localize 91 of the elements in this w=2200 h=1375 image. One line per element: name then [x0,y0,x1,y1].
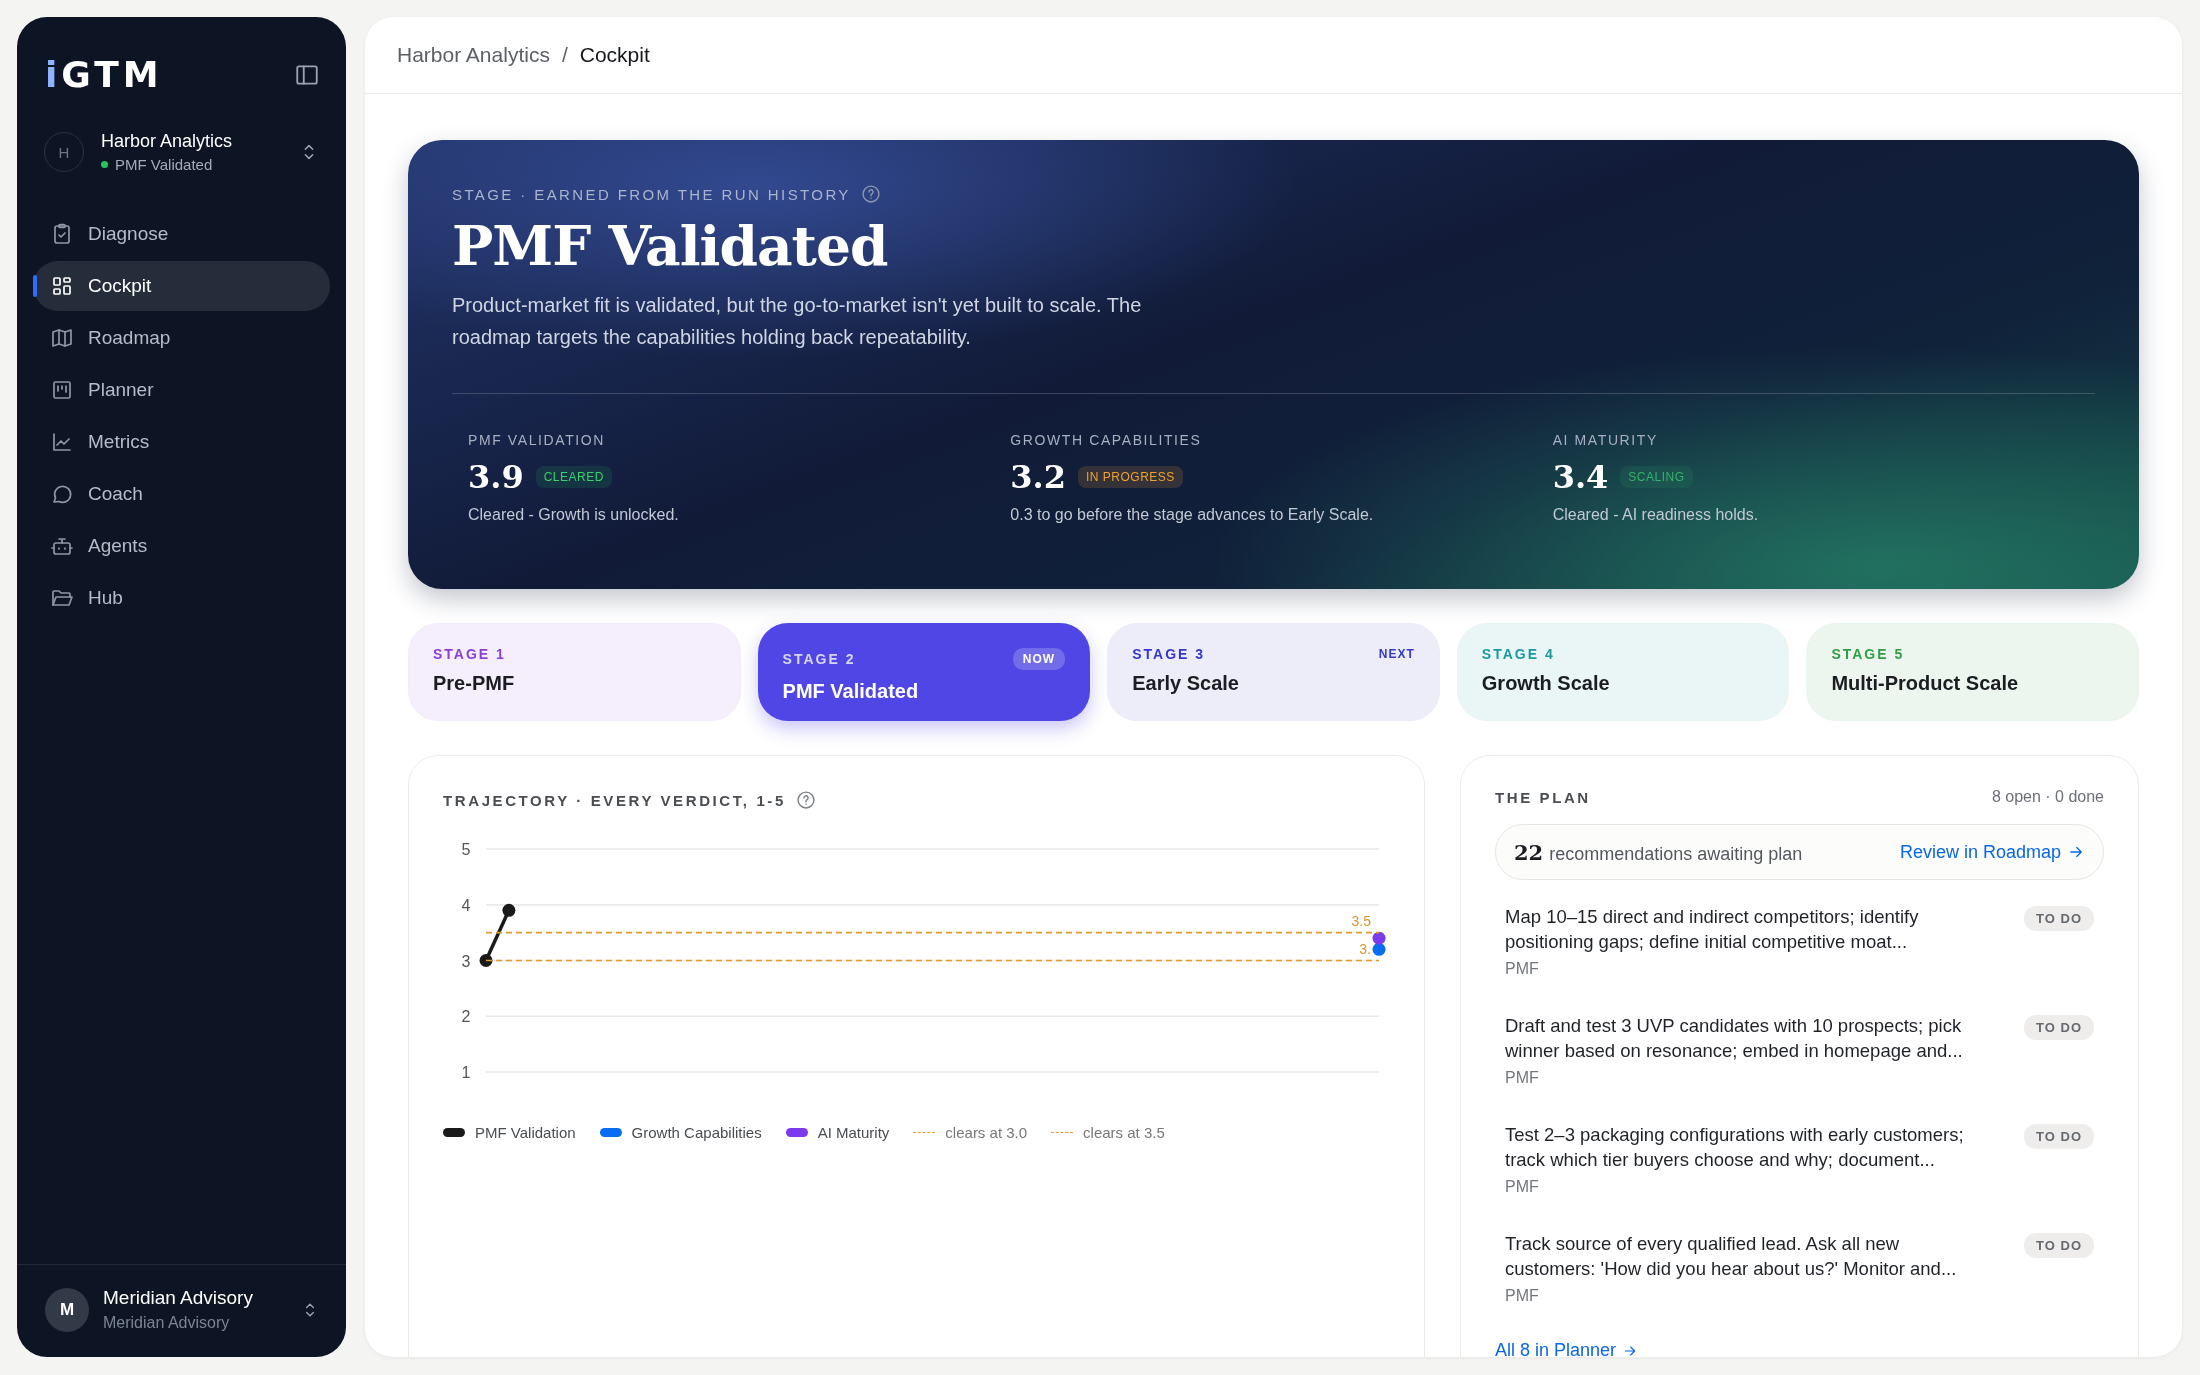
board-icon [50,378,74,402]
status-dot [101,161,108,168]
status-pill: TO DO [2024,1233,2094,1258]
metric-note: 0.3 to go before the stage advances to Early Scale. [1010,506,1375,525]
task-tag: PMF [1505,1287,1995,1305]
metric-score: 3.9 [468,458,524,497]
stage-number: STAGE 1 [433,646,506,662]
help-icon [860,184,881,204]
task-title[interactable]: Map 10–15 direct and indirect competitors; identify positioning gaps; define initial competitive moat... [1505,904,1995,954]
legend-label: AI Maturity [817,1124,890,1141]
legend-label: clears at 3.5 [1083,1124,1165,1141]
status-badge: CLEARED [535,466,612,489]
nav-item[interactable]: Metrics [33,417,330,467]
planner-link[interactable]: All 8 in Planner [1495,1340,1639,1357]
threshold-label: 3. [1359,940,1371,957]
data-point [502,903,516,917]
metric-score: 3.2 [1010,458,1066,497]
task-tag: PMF [1505,960,1995,978]
axis-tick-label: 4 [461,896,471,914]
nav-item[interactable]: Planner [33,365,330,415]
stage-name: PMF Validated [782,680,920,703]
plan-title: THE PLAN [1495,788,1591,806]
nav-item[interactable]: Diagnose [33,209,330,259]
threshold-label: 3.5 [1351,912,1371,929]
legend-label: clears at 3.0 [945,1124,1028,1141]
axis-tick-label: 2 [461,1008,471,1026]
legend-label: PMF Validation [475,1124,576,1141]
metric-score: 3.4 [1552,458,1609,497]
sidebar-toggle-icon[interactable] [294,62,320,88]
task-title[interactable]: Draft and test 3 UVP candidates with 10 prospects; pick winner based on resonance; embed in homepage and... [1505,1013,1995,1063]
data-point [479,954,493,967]
task-tag: PMF [1505,1178,1995,1196]
nav-item[interactable]: Cockpit [33,261,330,311]
stage-number: STAGE 3 [1132,646,1206,662]
stage-number: STAGE 4 [1481,646,1555,662]
workspace-name[interactable]: Harbor Analytics [101,131,281,152]
data-point [1372,942,1386,956]
help-icon [795,790,816,810]
status-pill: TO DO [2024,906,2094,931]
stage-number: STAGE 2 [782,651,856,667]
nav-item[interactable]: Roadmap [33,313,330,363]
hero-title: PMF Validated [452,214,889,278]
account-name[interactable]: Meridian Advisory [103,1287,286,1309]
nav-item[interactable]: Coach [33,469,330,519]
axis-tick-label: 3 [461,952,471,970]
metric-label: GROWTH CAPABILITIES [1010,432,1203,449]
status-badge: IN PROGRESS [1078,466,1183,489]
nav-item[interactable]: Hub [33,573,330,623]
breadcrumb-current: Cockpit [579,43,650,67]
account-org: Meridian Advisory [103,1314,231,1332]
hero-eyebrow: STAGE · EARNED FROM THE RUN HISTORY [452,185,851,203]
stage-tag: NEXT [1378,647,1415,661]
grid-icon [50,274,74,298]
stage-tag: NOW [1012,648,1066,670]
breadcrumb-separator: / [561,43,568,67]
metric-note: Cleared - AI readiness holds. [1552,506,1760,525]
status-pill: TO DO [2024,1015,2094,1040]
hero-description: Product-market fit is validated, but the go-to-market isn't yet built to scale. The roadmap targets the capabilities holding back repeatability. [452,293,1143,351]
map-icon [50,326,74,350]
chart-title: TRAJECTORY · EVERY VERDICT, 1-5 [443,791,786,809]
data-point [1372,931,1386,945]
task-title[interactable]: Test 2–3 packaging configurations with early customers; track which tier buyers choose and why; document... [1505,1122,1995,1172]
stage-number: STAGE 5 [1831,646,1905,662]
nav-item[interactable]: Agents [33,521,330,571]
metric-label: PMF VALIDATION [468,432,606,449]
task-title[interactable]: Track source of every qualified lead. Ask all new customers: 'How did you hear about us?' Monitor and... [1505,1231,1995,1281]
legend-label: Growth Capabilities [631,1124,762,1141]
stage-name: Early Scale [1132,672,1240,695]
status-pill: TO DO [2024,1124,2094,1149]
chart-icon [50,430,74,454]
stage-card[interactable]: STAGE 1 Pre-PMF [408,623,741,721]
task-tag: PMF [1505,1069,1995,1087]
app-logo: iGTM [45,57,163,93]
account-avatar: M [45,1287,89,1332]
axis-tick-label: 1 [461,1064,471,1081]
stage-name: Pre-PMF [433,672,516,695]
status-badge: SCALING [1620,466,1693,489]
plan-summary: 8 open · 0 done [1991,788,2104,806]
workspace-stage: PMF Validated [115,156,213,173]
stage-card[interactable]: STAGE 2 NOW PMF Validated [757,623,1091,721]
stage-name: Multi-Product Scale [1831,672,2020,695]
roadmap-link[interactable]: Review in Roadmap [1899,841,2085,863]
stage-card[interactable]: STAGE 5 Multi-Product Scale [1806,623,2139,721]
metric-label: AI MATURITY [1552,432,1659,449]
banner-text: 22 recommendations awaiting plan [1514,839,1803,865]
metric-note: Cleared - Growth is unlocked. [468,506,680,525]
stage-card[interactable]: STAGE 4 Growth Scale [1456,623,1790,721]
breadcrumb-link[interactable]: Harbor Analytics [397,43,550,67]
stage-card[interactable]: STAGE 3 NEXT Early Scale [1107,623,1440,721]
axis-tick-label: 5 [461,841,471,858]
stage-name: Growth Scale [1481,672,1611,695]
